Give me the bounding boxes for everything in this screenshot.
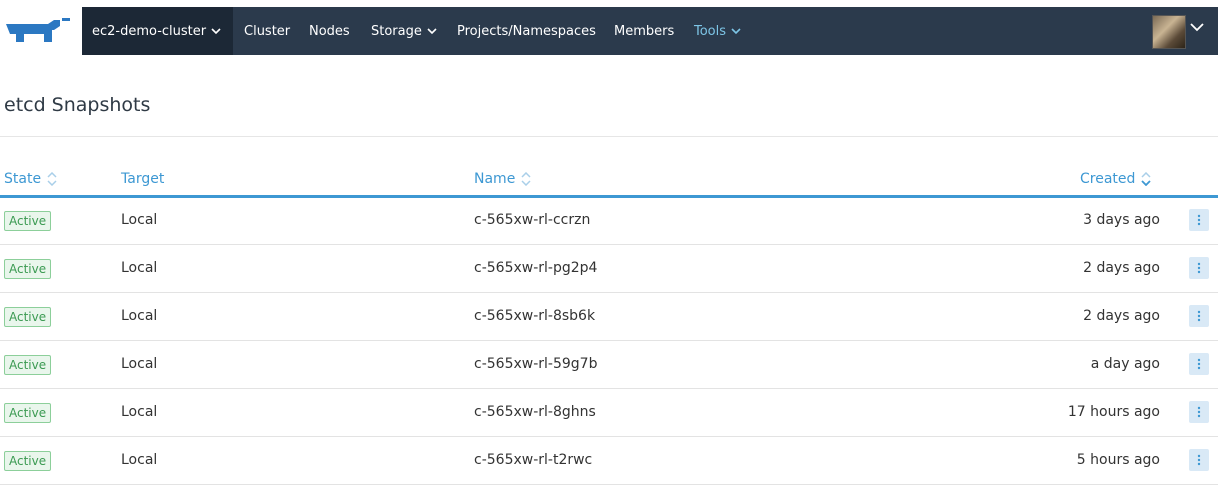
page-title: etcd Snapshots <box>4 94 151 116</box>
user-menu-chevron-icon[interactable] <box>1190 23 1204 32</box>
nav-members-label: Members <box>614 23 675 39</box>
table-row: Active Local c-565xw-rl-8sb6k 2 days ago <box>0 293 1218 341</box>
target-cell: Local <box>121 308 158 324</box>
created-header-label: Created <box>1080 171 1136 187</box>
status-badge: Active <box>4 307 52 327</box>
row-actions-button[interactable] <box>1189 449 1209 471</box>
name-cell: c-565xw-rl-8sb6k <box>474 308 596 324</box>
nav-nodes[interactable]: Nodes <box>309 7 350 55</box>
user-avatar[interactable] <box>1152 15 1186 49</box>
nav-members[interactable]: Members <box>614 7 674 55</box>
row-divider <box>0 484 1218 485</box>
table-row: Active Local c-565xw-rl-59g7b a day ago <box>0 341 1218 389</box>
column-header-created[interactable]: Created <box>1080 171 1152 187</box>
sort-icon <box>47 172 57 186</box>
nav-storage[interactable]: Storage <box>371 7 437 55</box>
chevron-down-icon <box>731 27 741 34</box>
name-cell: c-565xw-rl-59g7b <box>474 356 598 372</box>
kebab-menu-icon <box>1197 406 1201 418</box>
row-actions-button[interactable] <box>1189 305 1209 327</box>
target-cell: Local <box>121 404 158 420</box>
name-cell: c-565xw-rl-8ghns <box>474 404 596 420</box>
nav-storage-label: Storage <box>371 23 422 39</box>
chevron-down-icon <box>211 27 221 34</box>
nav-projects-namespaces[interactable]: Projects/Namespaces <box>457 7 596 55</box>
target-header-label: Target <box>121 171 165 187</box>
sort-descending-icon <box>1141 172 1152 186</box>
nav-tools[interactable]: Tools <box>694 7 741 55</box>
nav-nodes-label: Nodes <box>309 23 350 39</box>
table-row: Active Local c-565xw-rl-ccrzn 3 days ago <box>0 197 1218 245</box>
column-header-target: Target <box>121 171 164 187</box>
nav-tools-label: Tools <box>694 23 727 39</box>
title-divider <box>0 136 1218 137</box>
nav-projects-label: Projects/Namespaces <box>457 23 596 39</box>
created-cell: 5 hours ago <box>1076 452 1160 468</box>
sort-icon <box>521 172 531 186</box>
kebab-menu-icon <box>1197 454 1201 466</box>
top-nav-bar: ec2-demo-cluster Cluster Nodes Storage P… <box>0 7 1218 55</box>
chevron-down-icon <box>427 27 437 34</box>
column-header-state[interactable]: State <box>4 171 57 187</box>
created-cell: 2 days ago <box>1083 308 1160 324</box>
target-cell: Local <box>121 452 158 468</box>
name-cell: c-565xw-rl-pg2p4 <box>474 260 598 276</box>
table-row: Active Local c-565xw-rl-8ghns 17 hours a… <box>0 389 1218 437</box>
cluster-name: ec2-demo-cluster <box>92 23 207 39</box>
status-badge: Active <box>4 451 52 471</box>
created-cell: 2 days ago <box>1083 260 1160 276</box>
status-badge: Active <box>4 403 52 423</box>
state-header-label: State <box>4 171 42 187</box>
name-cell: c-565xw-rl-ccrzn <box>474 212 591 228</box>
column-header-name[interactable]: Name <box>474 171 531 187</box>
target-cell: Local <box>121 212 158 228</box>
status-badge: Active <box>4 211 52 231</box>
created-cell: 3 days ago <box>1083 212 1160 228</box>
nav-cluster-label: Cluster <box>244 23 291 39</box>
target-cell: Local <box>121 356 158 372</box>
kebab-menu-icon <box>1197 214 1201 226</box>
logo[interactable] <box>0 7 82 55</box>
table-row: Active Local c-565xw-rl-t2rwc 5 hours ag… <box>0 437 1218 485</box>
nav-cluster[interactable]: Cluster <box>244 7 290 55</box>
name-cell: c-565xw-rl-t2rwc <box>474 452 593 468</box>
created-cell: a day ago <box>1090 356 1160 372</box>
row-actions-button[interactable] <box>1189 257 1209 279</box>
row-actions-button[interactable] <box>1189 401 1209 423</box>
name-header-label: Name <box>474 171 516 187</box>
kebab-menu-icon <box>1197 310 1201 322</box>
target-cell: Local <box>121 260 158 276</box>
cluster-switcher[interactable]: ec2-demo-cluster <box>82 7 233 55</box>
rancher-logo-icon <box>6 18 70 42</box>
row-actions-button[interactable] <box>1189 209 1209 231</box>
status-badge: Active <box>4 355 52 375</box>
status-badge: Active <box>4 259 52 279</box>
kebab-menu-icon <box>1197 262 1201 274</box>
table-row: Active Local c-565xw-rl-pg2p4 2 days ago <box>0 245 1218 293</box>
created-cell: 17 hours ago <box>1067 404 1160 420</box>
row-actions-button[interactable] <box>1189 353 1209 375</box>
kebab-menu-icon <box>1197 358 1201 370</box>
